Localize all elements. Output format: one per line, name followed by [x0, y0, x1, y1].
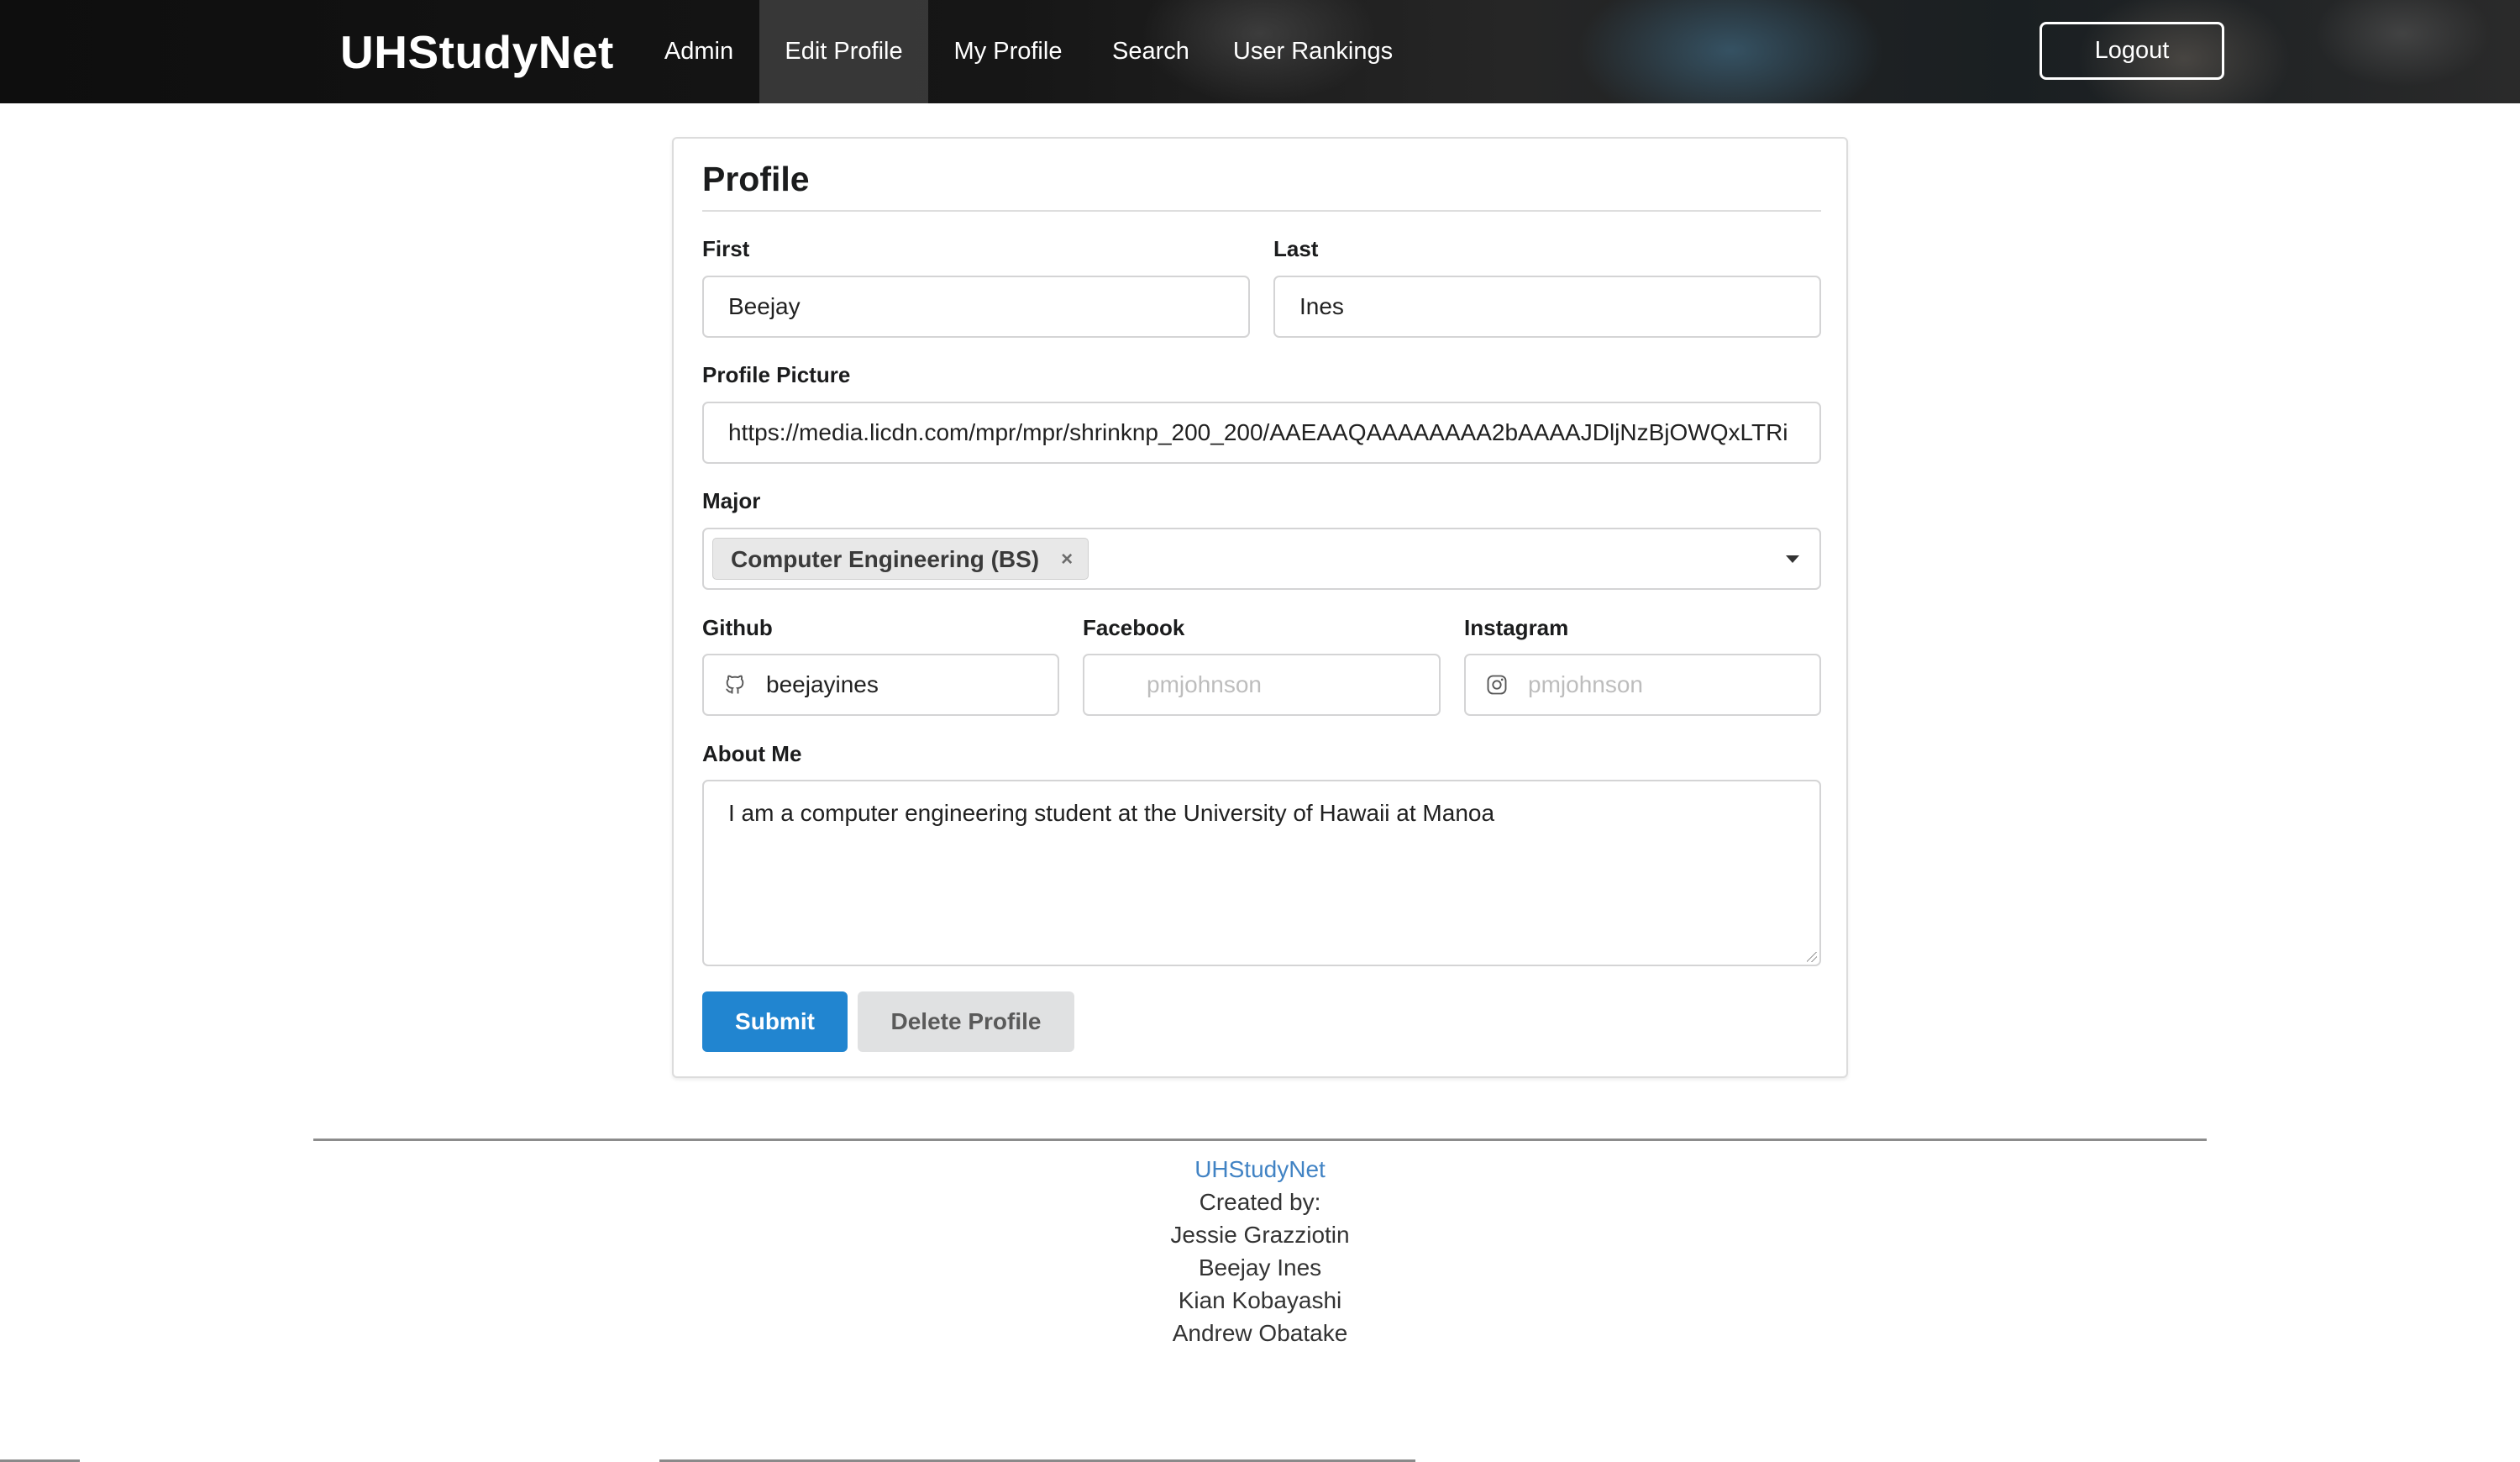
github-icon: [726, 675, 744, 694]
major-dropdown[interactable]: Computer Engineering (BS) ×: [702, 528, 1821, 590]
submit-button[interactable]: Submit: [702, 991, 848, 1052]
nav-item-my-profile[interactable]: My Profile: [941, 0, 1075, 103]
footer-home-link[interactable]: UHStudyNet: [924, 1153, 1596, 1186]
footer-author: Kian Kobayashi: [1178, 1287, 1342, 1313]
major-label: Major: [702, 488, 761, 513]
profile-picture-field[interactable]: https://media.licdn.com/mpr/mpr/shrinknp…: [702, 402, 1821, 464]
about-me-textarea[interactable]: I am a computer engineering student at t…: [702, 780, 1821, 966]
facebook-placeholder: pmjohnson: [1147, 671, 1262, 697]
facebook-icon: [1110, 676, 1121, 694]
remove-major-icon[interactable]: ×: [1061, 539, 1073, 581]
footer-author: Beejay Ines: [1198, 1254, 1322, 1281]
github-label: Github: [702, 615, 773, 640]
last-name-value: Ines: [1299, 293, 1344, 319]
brand-logo[interactable]: UHStudyNet: [340, 20, 614, 84]
footer-divider: [313, 1139, 2207, 1141]
nav-item-user-rankings[interactable]: User Rankings: [1226, 0, 1399, 103]
footer-author: Andrew Obatake: [1172, 1320, 1348, 1346]
first-name-value: Beejay: [728, 293, 801, 319]
first-name-label: First: [702, 236, 750, 261]
resize-handle-icon[interactable]: [1807, 952, 1817, 962]
footer-created-by: Created by:: [1199, 1189, 1321, 1215]
github-field[interactable]: beejayines: [702, 654, 1059, 716]
form-title: Profile: [702, 160, 810, 198]
footer: UHStudyNet Created by: Jessie Grazziotin…: [924, 1153, 1596, 1349]
chevron-down-icon[interactable]: [1786, 555, 1799, 563]
facebook-label: Facebook: [1083, 615, 1185, 640]
profile-picture-label: Profile Picture: [702, 362, 851, 387]
footer-author: Jessie Grazziotin: [1170, 1222, 1350, 1248]
github-value: beejayines: [766, 671, 879, 697]
last-name-label: Last: [1273, 236, 1319, 261]
instagram-label: Instagram: [1464, 615, 1569, 640]
first-name-field[interactable]: Beejay: [702, 276, 1250, 338]
major-chip: Computer Engineering (BS) ×: [712, 538, 1089, 580]
nav-item-search[interactable]: Search: [1099, 0, 1203, 103]
instagram-icon: [1487, 675, 1507, 695]
profile-form-card: Profile First Beejay Last Ines Profile P…: [672, 137, 1848, 1078]
nav-item-edit-profile[interactable]: Edit Profile: [759, 0, 928, 103]
instagram-placeholder: pmjohnson: [1528, 671, 1643, 697]
delete-profile-button[interactable]: Delete Profile: [858, 991, 1074, 1052]
logout-button[interactable]: Logout: [2040, 22, 2224, 80]
nav-item-admin[interactable]: Admin: [648, 0, 749, 103]
about-me-label: About Me: [702, 741, 802, 766]
instagram-field[interactable]: pmjohnson: [1464, 654, 1821, 716]
last-name-field[interactable]: Ines: [1273, 276, 1821, 338]
profile-picture-value: https://media.licdn.com/mpr/mpr/shrinknp…: [728, 419, 1788, 445]
top-navbar: UHStudyNet Admin Edit Profile My Profile…: [0, 0, 2520, 103]
title-divider: [702, 210, 1821, 212]
about-me-value: I am a computer engineering student at t…: [728, 800, 1495, 826]
facebook-field[interactable]: pmjohnson: [1083, 654, 1441, 716]
major-chip-label: Computer Engineering (BS): [731, 546, 1040, 572]
